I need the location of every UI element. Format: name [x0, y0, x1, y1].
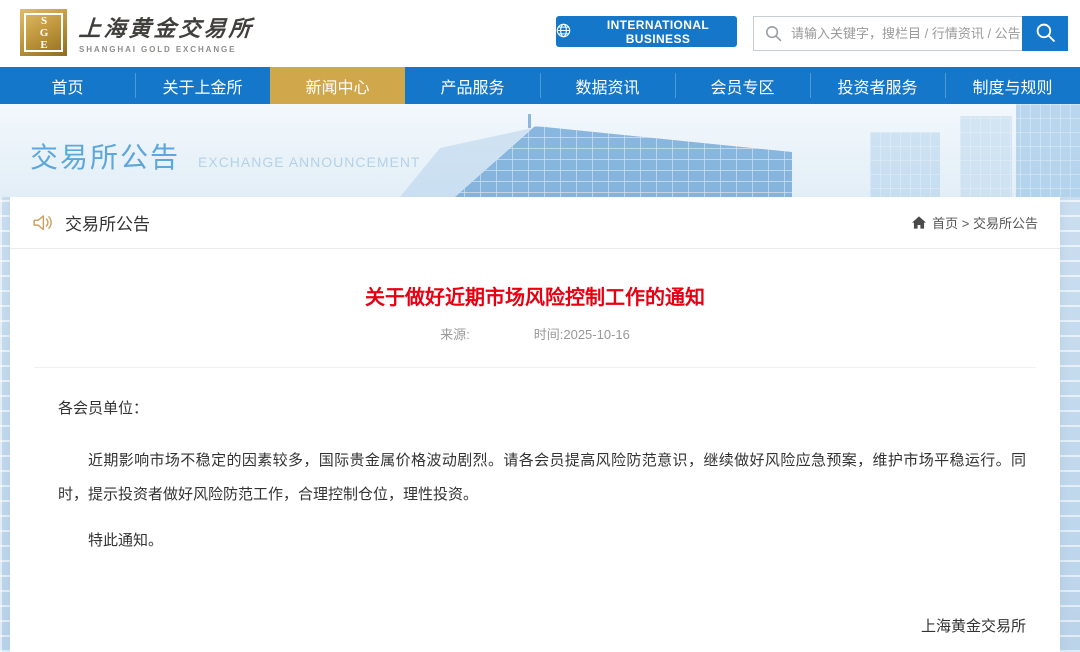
nav-item-members[interactable]: 会员专区 [675, 67, 810, 104]
building-illustration [400, 104, 1080, 197]
logo-name-english: SHANGHAI GOLD EXCHANGE [79, 45, 237, 54]
nav-item-products[interactable]: 产品服务 [405, 67, 540, 104]
main-nav: 首页 关于上金所 新闻中心 产品服务 数据资讯 会员专区 投资者服务 制度与规则 [0, 67, 1080, 104]
article-meta: 来源: 时间:2025-10-16 [10, 324, 1060, 343]
international-business-label: INTERNATIONAL BUSINESS [606, 17, 710, 46]
nav-item-investor-services[interactable]: 投资者服务 [810, 67, 945, 104]
international-business-button[interactable]: INTERNATIONAL BUSINESS [556, 16, 737, 47]
search-icon [765, 25, 782, 42]
search-submit-button[interactable] [1022, 16, 1068, 51]
section-title: 交易所公告 [65, 215, 150, 234]
site-header: SGE 上海黄金交易所 SHANGHAI GOLD EXCHANGE INTER… [0, 0, 1080, 67]
section-header: 交易所公告 首页 > 交易所公告 [10, 197, 1060, 249]
breadcrumb[interactable]: 首页 > 交易所公告 [912, 213, 1038, 232]
breadcrumb-text: 首页 > 交易所公告 [932, 216, 1038, 231]
nav-item-about[interactable]: 关于上金所 [135, 67, 270, 104]
article-body: 各会员单位： 近期影响市场不稳定的因素较多，国际贵金属价格波动剧烈。请各会员提高… [10, 368, 1060, 652]
article-time: 时间:2025-10-16 [533, 327, 630, 342]
search-input[interactable] [791, 26, 1022, 41]
article-source: 来源: [440, 327, 470, 342]
salutation: 各会员单位： [58, 400, 149, 417]
closing-line: 特此通知。 [88, 532, 164, 549]
nav-item-home[interactable]: 首页 [0, 67, 135, 104]
nav-item-data[interactable]: 数据资讯 [540, 67, 675, 104]
body-paragraph: 近期影响市场不稳定的因素较多，国际贵金属价格波动剧烈。请各会员提高风险防范意识，… [58, 452, 1026, 503]
search-bar [753, 16, 1068, 51]
seal-text: SGE [38, 14, 50, 51]
content-card: 交易所公告 首页 > 交易所公告 关于做好近期市场风险控制工作的通知 来源: 时间… [10, 197, 1060, 652]
search-submit-icon [1035, 22, 1056, 46]
nav-item-rules[interactable]: 制度与规则 [945, 67, 1080, 104]
globe-icon [556, 23, 571, 41]
banner-title: 交易所公告 [30, 142, 181, 173]
announcement-article: 关于做好近期市场风险控制工作的通知 来源: 时间:2025-10-16 各会员单位… [10, 281, 1060, 652]
signature: 上海黄金交易所 [920, 618, 1026, 635]
home-icon [912, 216, 927, 229]
page-banner: 交易所公告 EXCHANGE ANNOUNCEMENT [0, 104, 1080, 197]
banner-subtitle: EXCHANGE ANNOUNCEMENT [198, 154, 421, 170]
logo-name-chinese: 上海黄金交易所 [78, 16, 255, 41]
site-logo[interactable]: SGE 上海黄金交易所 SHANGHAI GOLD EXCHANGE [20, 9, 255, 56]
nav-item-news-center[interactable]: 新闻中心 [270, 67, 405, 104]
sge-seal-logo: SGE [20, 9, 67, 56]
speaker-icon [32, 213, 53, 232]
article-title: 关于做好近期市场风险控制工作的通知 [365, 287, 705, 309]
